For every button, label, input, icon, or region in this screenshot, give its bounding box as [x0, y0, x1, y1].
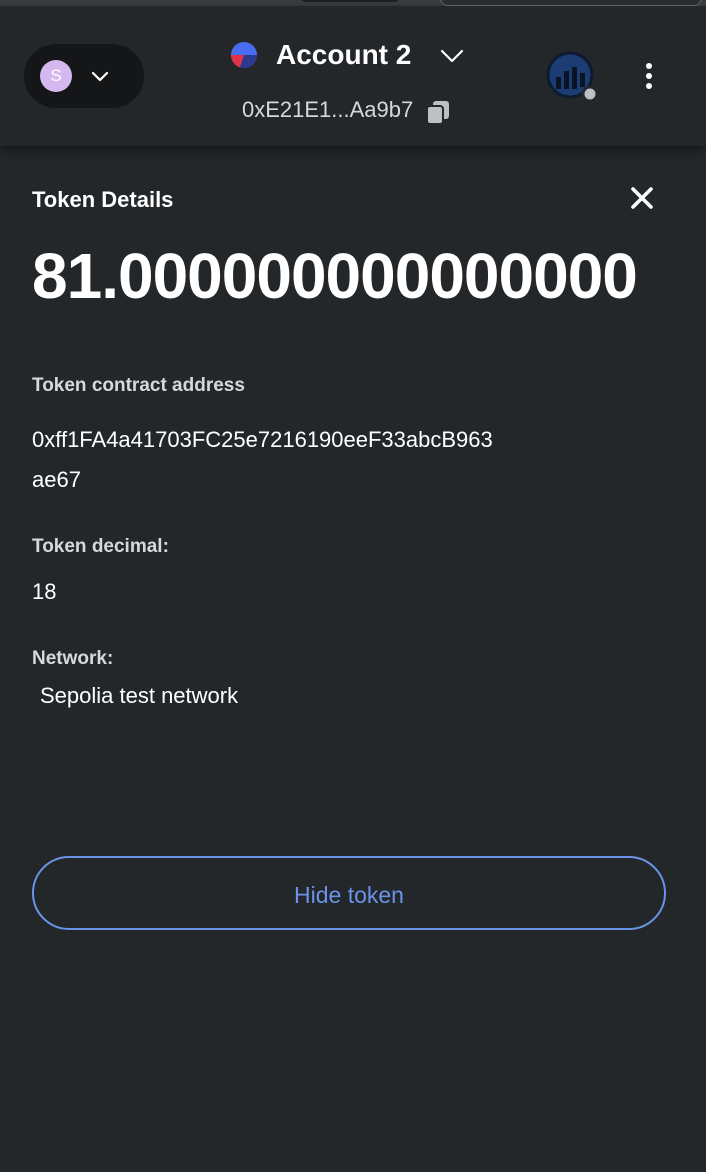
page-title: Token Details: [32, 187, 174, 212]
contract-address-value: 0xff1FA4a41703FC25e7216190eeF33abcB963ae…: [32, 427, 493, 492]
app-header: S Account 2 0xE21E1...Aa9b7: [0, 6, 706, 146]
close-icon[interactable]: [626, 182, 658, 214]
app-window: S Account 2 0xE21E1...Aa9b7 Token Detail…: [0, 0, 706, 1172]
account-picker: Account 2 0xE21E1...Aa9b7: [200, 28, 500, 138]
contract-address-label: Token contract address: [32, 375, 245, 396]
hide-token-button[interactable]: Hide token: [32, 856, 666, 930]
copy-icon[interactable]: [424, 98, 452, 126]
token-decimal-value: 18: [32, 579, 57, 604]
token-balance: 81.000000000000000: [32, 240, 638, 312]
kebab-menu-icon[interactable]: [634, 58, 664, 94]
browser-tab-edge: [300, 0, 400, 2]
network-avatar: S: [40, 60, 72, 92]
account-name[interactable]: Account 2: [276, 38, 411, 72]
account-address[interactable]: 0xE21E1...Aa9b7: [242, 96, 413, 124]
account-avatar-icon: [230, 42, 257, 68]
token-decimal-label: Token decimal:: [32, 536, 169, 557]
connected-site-icon[interactable]: [546, 51, 596, 101]
chevron-down-icon: [91, 71, 109, 82]
chevron-down-icon[interactable]: [438, 42, 466, 70]
network-picker-button[interactable]: S: [24, 44, 144, 108]
network-label: Network:: [32, 648, 114, 669]
network-value: Sepolia test network: [40, 683, 239, 708]
token-details-panel: Token Details 81.000000000000000 Token c…: [0, 146, 706, 1172]
